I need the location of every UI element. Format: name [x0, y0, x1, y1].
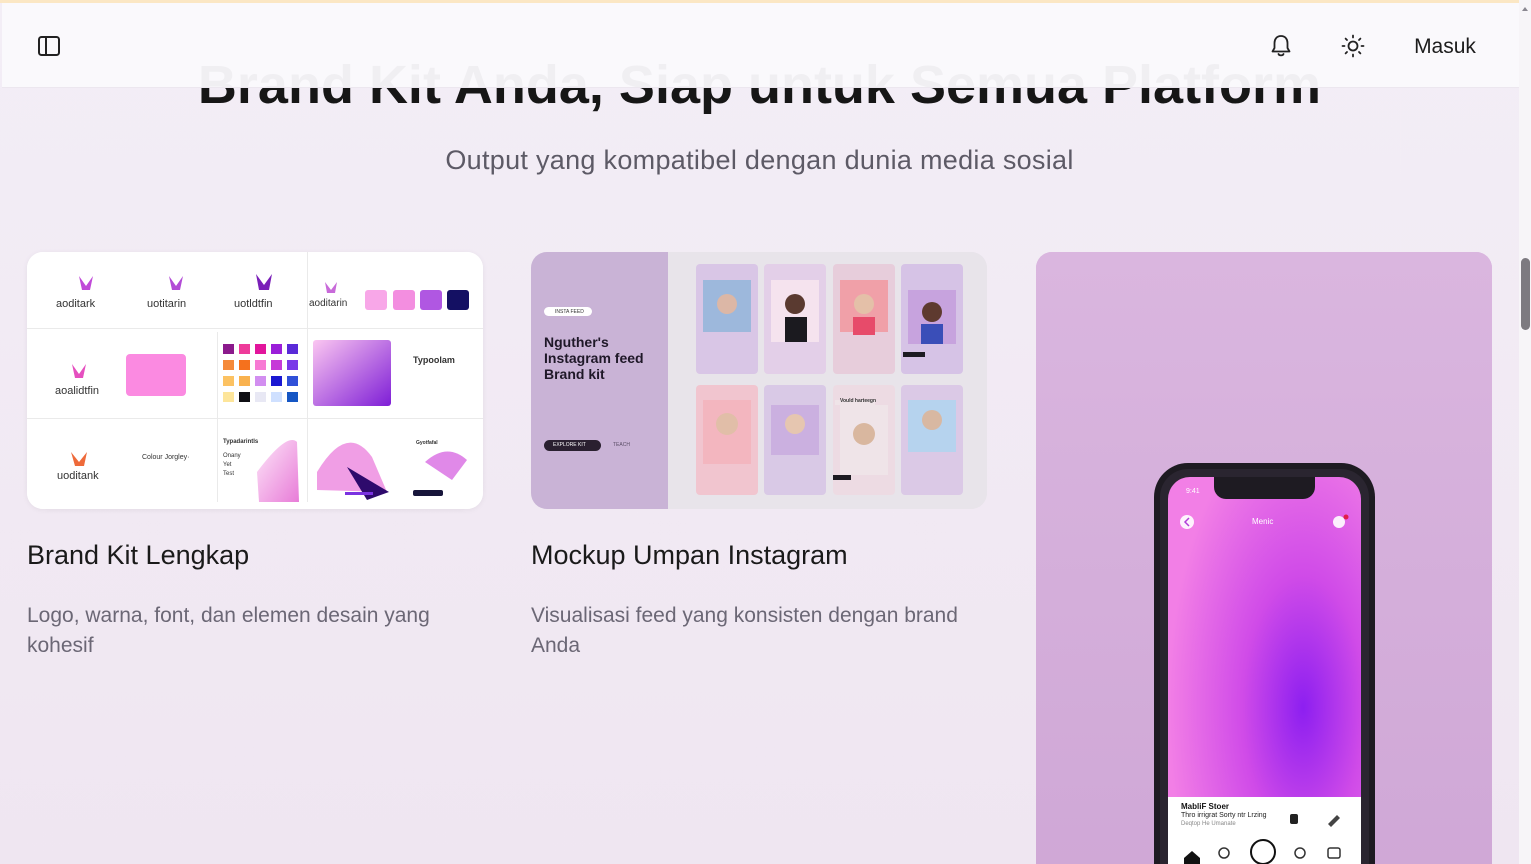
instagram-mockup-image[interactable]: INSTA FEED Nguther's Instagram feed Bran… [531, 252, 987, 509]
sidebar-toggle-button[interactable] [32, 29, 66, 63]
colour-caption: Colour Jorgley· [142, 454, 190, 461]
type-sample-line: Yet [223, 462, 232, 468]
type-sample-line: Onany [223, 453, 241, 459]
scroll-up-arrow-icon[interactable] [1520, 4, 1530, 14]
typography-sample: Typoolam [413, 355, 455, 365]
card-title: Brand Kit Lengkap [27, 540, 250, 570]
theme-toggle-button[interactable] [1336, 29, 1370, 63]
type-sample-title: Typadarintls [223, 439, 259, 445]
phone-screen-title: Menic [1252, 517, 1274, 526]
top-navbar: Masuk [2, 3, 1519, 88]
phone-status-time: 9:41 [1186, 488, 1200, 495]
phone-caption-title: MabliF Stoer [1181, 802, 1230, 811]
brand-kit-image[interactable]: aoditark uotitarin uotldtfin aoditarin a… [27, 252, 483, 509]
card-description: Logo, warna, font, dan elemen desain yan… [27, 604, 430, 657]
phone-caption-line: Deqtop He Umanate [1181, 821, 1236, 827]
logo-label: aoditark [56, 298, 96, 310]
scrollbar-thumb[interactable] [1521, 258, 1530, 330]
page-subtitle: Output yang kompatibel dengan dunia medi… [445, 145, 1074, 175]
sun-icon [1341, 34, 1365, 58]
phone-mockup-scene [1036, 252, 1492, 864]
card-description: Visualisasi feed yang konsisten dengan b… [531, 604, 958, 657]
feed-button-label: EXPLORE KIT [553, 442, 586, 448]
logo-label: uotitarin [147, 298, 187, 310]
footer-word: Gyotfafal [416, 440, 438, 446]
post-caption: Vould harteegn [840, 398, 877, 404]
phone-caption-line: Thro irrigrat Sorty ntr Lrzing [1181, 812, 1267, 819]
feed-pill-label: INSTA FEED [555, 309, 584, 315]
feed-link-label: TEACH [613, 442, 630, 448]
type-sample-line: Test [223, 471, 235, 477]
logo-label: uotldtfin [234, 298, 273, 310]
feed-heading: Nguther's Instagram feed Brand kit [544, 334, 644, 382]
login-button[interactable]: Masuk [1400, 29, 1490, 65]
logo-label: aoditarin [309, 298, 348, 309]
logo-label: uoditank [57, 470, 99, 482]
card-title: Mockup Umpan Instagram [531, 540, 848, 570]
logo-label: aoalidtfin [55, 385, 100, 397]
bell-icon [1271, 35, 1291, 57]
notifications-button[interactable] [1264, 29, 1298, 63]
scrollbar-track[interactable] [1519, 0, 1531, 864]
sidebar-toggle-icon [38, 36, 60, 56]
phone-mockup-image[interactable]: 9:41 Menic MabliF Stoer Thro irrigrat So… [1036, 252, 1492, 864]
